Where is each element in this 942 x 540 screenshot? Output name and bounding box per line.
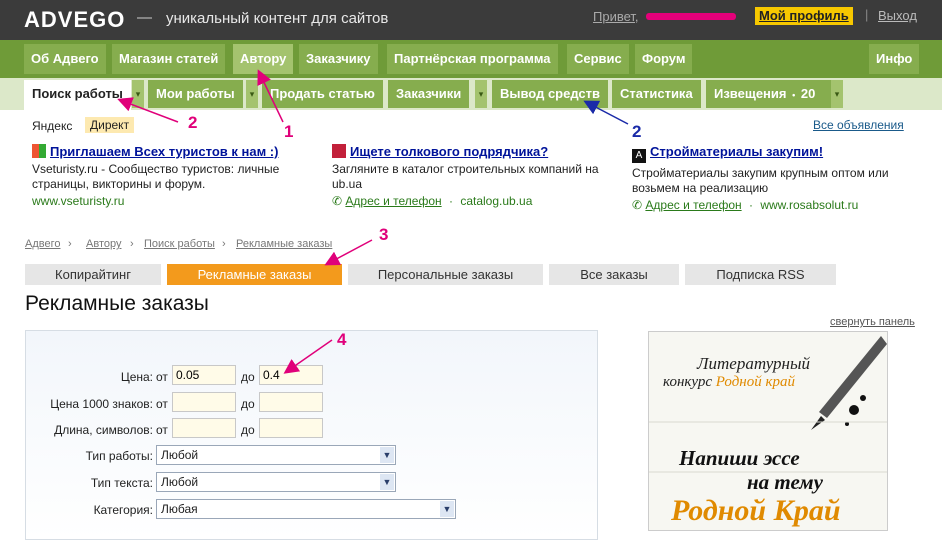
- annotation-number: 3: [379, 225, 389, 244]
- annotation-overlay: [117, 69, 629, 374]
- annotation-number: 2: [188, 113, 198, 132]
- annotation-arrow: [117, 97, 179, 123]
- annotation-arrow: [257, 69, 284, 123]
- annotation-arrow: [283, 339, 333, 374]
- annotation-arrow: [324, 239, 373, 266]
- annotation-number: 2: [632, 122, 642, 141]
- annotation-number: 1: [284, 122, 294, 141]
- annotation-arrow: [583, 100, 629, 125]
- annotation-number: 4: [337, 330, 347, 349]
